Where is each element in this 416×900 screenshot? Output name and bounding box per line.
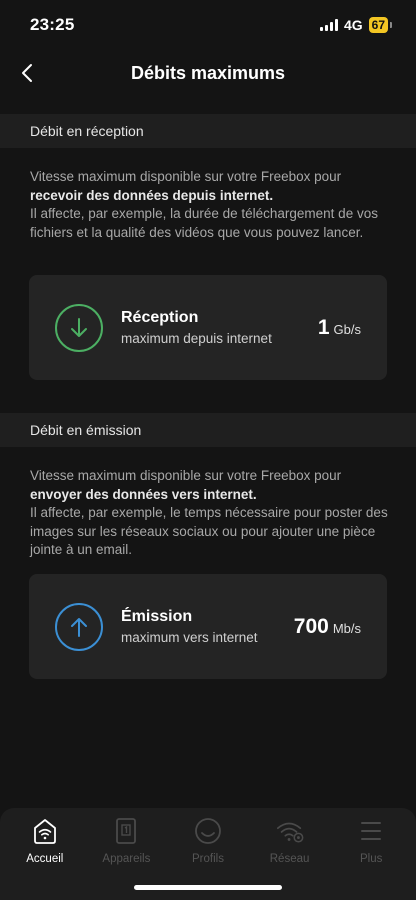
- chevron-left-icon: [22, 64, 32, 82]
- emission-desc-rest: Il affecte, par exemple, le temps nécess…: [30, 505, 388, 557]
- tab-label: Plus: [359, 853, 383, 865]
- tab-plus[interactable]: Plus: [331, 808, 411, 900]
- menu-icon: [356, 816, 386, 846]
- arrow-up-icon: [55, 602, 103, 651]
- reception-speed-unit: Gb/s: [333, 321, 361, 337]
- arrow-down-icon: [55, 303, 103, 352]
- reception-speed-value: 1: [317, 315, 330, 339]
- battery-icon: 67: [368, 17, 388, 33]
- reception-card-subtitle: maximum depuis internet: [121, 331, 272, 346]
- profile-icon: [193, 816, 223, 846]
- page-title: Débits maximums: [130, 62, 286, 83]
- emission-desc-intro: Vitesse maximum disponible sur votre Fre…: [30, 468, 342, 483]
- reception-speed: 1 Gb/s: [318, 316, 361, 340]
- network-type: 4G: [343, 17, 363, 33]
- back-button[interactable]: [12, 56, 42, 90]
- tab-label: Réseau: [269, 853, 310, 865]
- reception-desc-intro: Vitesse maximum disponible sur votre Fre…: [30, 169, 342, 184]
- reception-card-text: Réception maximum depuis internet: [121, 309, 318, 346]
- network-settings-icon: [275, 816, 305, 846]
- status-time: 23:25: [30, 15, 75, 34]
- reception-description: Vitesse maximum disponible sur votre Fre…: [30, 168, 390, 242]
- status-bar: 23:25 4G 67: [0, 0, 416, 50]
- home-indicator[interactable]: [134, 885, 282, 890]
- emission-card-text: Émission maximum vers internet: [121, 608, 294, 645]
- emission-desc-bold: envoyer des données vers internet.: [30, 486, 257, 502]
- battery-tip: [390, 22, 392, 28]
- emission-speed-value: 700: [293, 614, 329, 638]
- tab-label: Accueil: [26, 853, 64, 865]
- status-indicators: 4G 67: [319, 17, 392, 33]
- reception-card: Réception maximum depuis internet 1 Gb/s: [29, 275, 387, 380]
- section-header-reception: Débit en réception: [0, 114, 416, 148]
- emission-speed-unit: Mb/s: [332, 620, 361, 636]
- reception-desc-bold: recevoir des données depuis internet.: [30, 187, 274, 203]
- device-icon: [111, 816, 141, 846]
- reception-desc-rest: Il affecte, par exemple, la durée de tél…: [30, 206, 378, 240]
- emission-description: Vitesse maximum disponible sur votre Fre…: [30, 467, 390, 560]
- emission-card-subtitle: maximum vers internet: [121, 630, 258, 645]
- signal-icon: [319, 19, 338, 31]
- reception-card-title: Réception: [121, 309, 199, 326]
- tab-label: Appareils: [102, 853, 151, 865]
- home-wifi-icon: [30, 816, 60, 846]
- tab-label: Profils: [192, 853, 224, 865]
- emission-card-title: Émission: [121, 608, 193, 625]
- tab-accueil[interactable]: Accueil: [5, 808, 85, 900]
- nav-header: Débits maximums: [0, 50, 416, 96]
- section-header-emission: Débit en émission: [0, 413, 416, 447]
- emission-card: Émission maximum vers internet 700 Mb/s: [29, 574, 387, 679]
- emission-speed: 700 Mb/s: [294, 615, 361, 639]
